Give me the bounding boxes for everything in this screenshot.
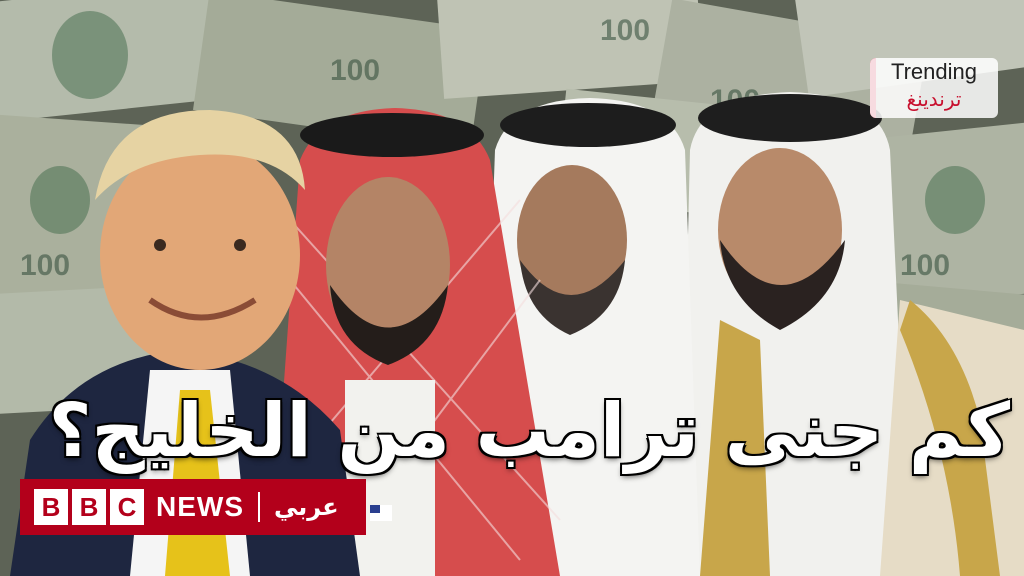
bbc-letter: B <box>34 489 68 525</box>
bbc-letter: B <box>72 489 106 525</box>
news-label: NEWS <box>156 491 244 522</box>
arabic-label: عربي <box>274 493 339 521</box>
trending-arabic: ترندينغ <box>906 87 962 111</box>
svg-text:100: 100 <box>600 14 650 47</box>
bbc-logo: B B C <box>34 489 144 525</box>
bbc-letter: C <box>110 489 144 525</box>
badge-separator <box>258 492 260 522</box>
bbc-news-arabic-badge: B B C NEWS عربي <box>20 479 366 535</box>
svg-text:100: 100 <box>900 249 950 282</box>
svg-text:100: 100 <box>330 54 380 87</box>
trending-english: Trending <box>890 59 977 84</box>
thumbnail: 100 100 100 100 100 <box>0 0 1024 576</box>
headline: كم جنى ترامب من الخليج؟ <box>48 388 1010 474</box>
trending-logo: Trending ترندينغ <box>870 58 998 118</box>
svg-text:100: 100 <box>20 249 70 282</box>
